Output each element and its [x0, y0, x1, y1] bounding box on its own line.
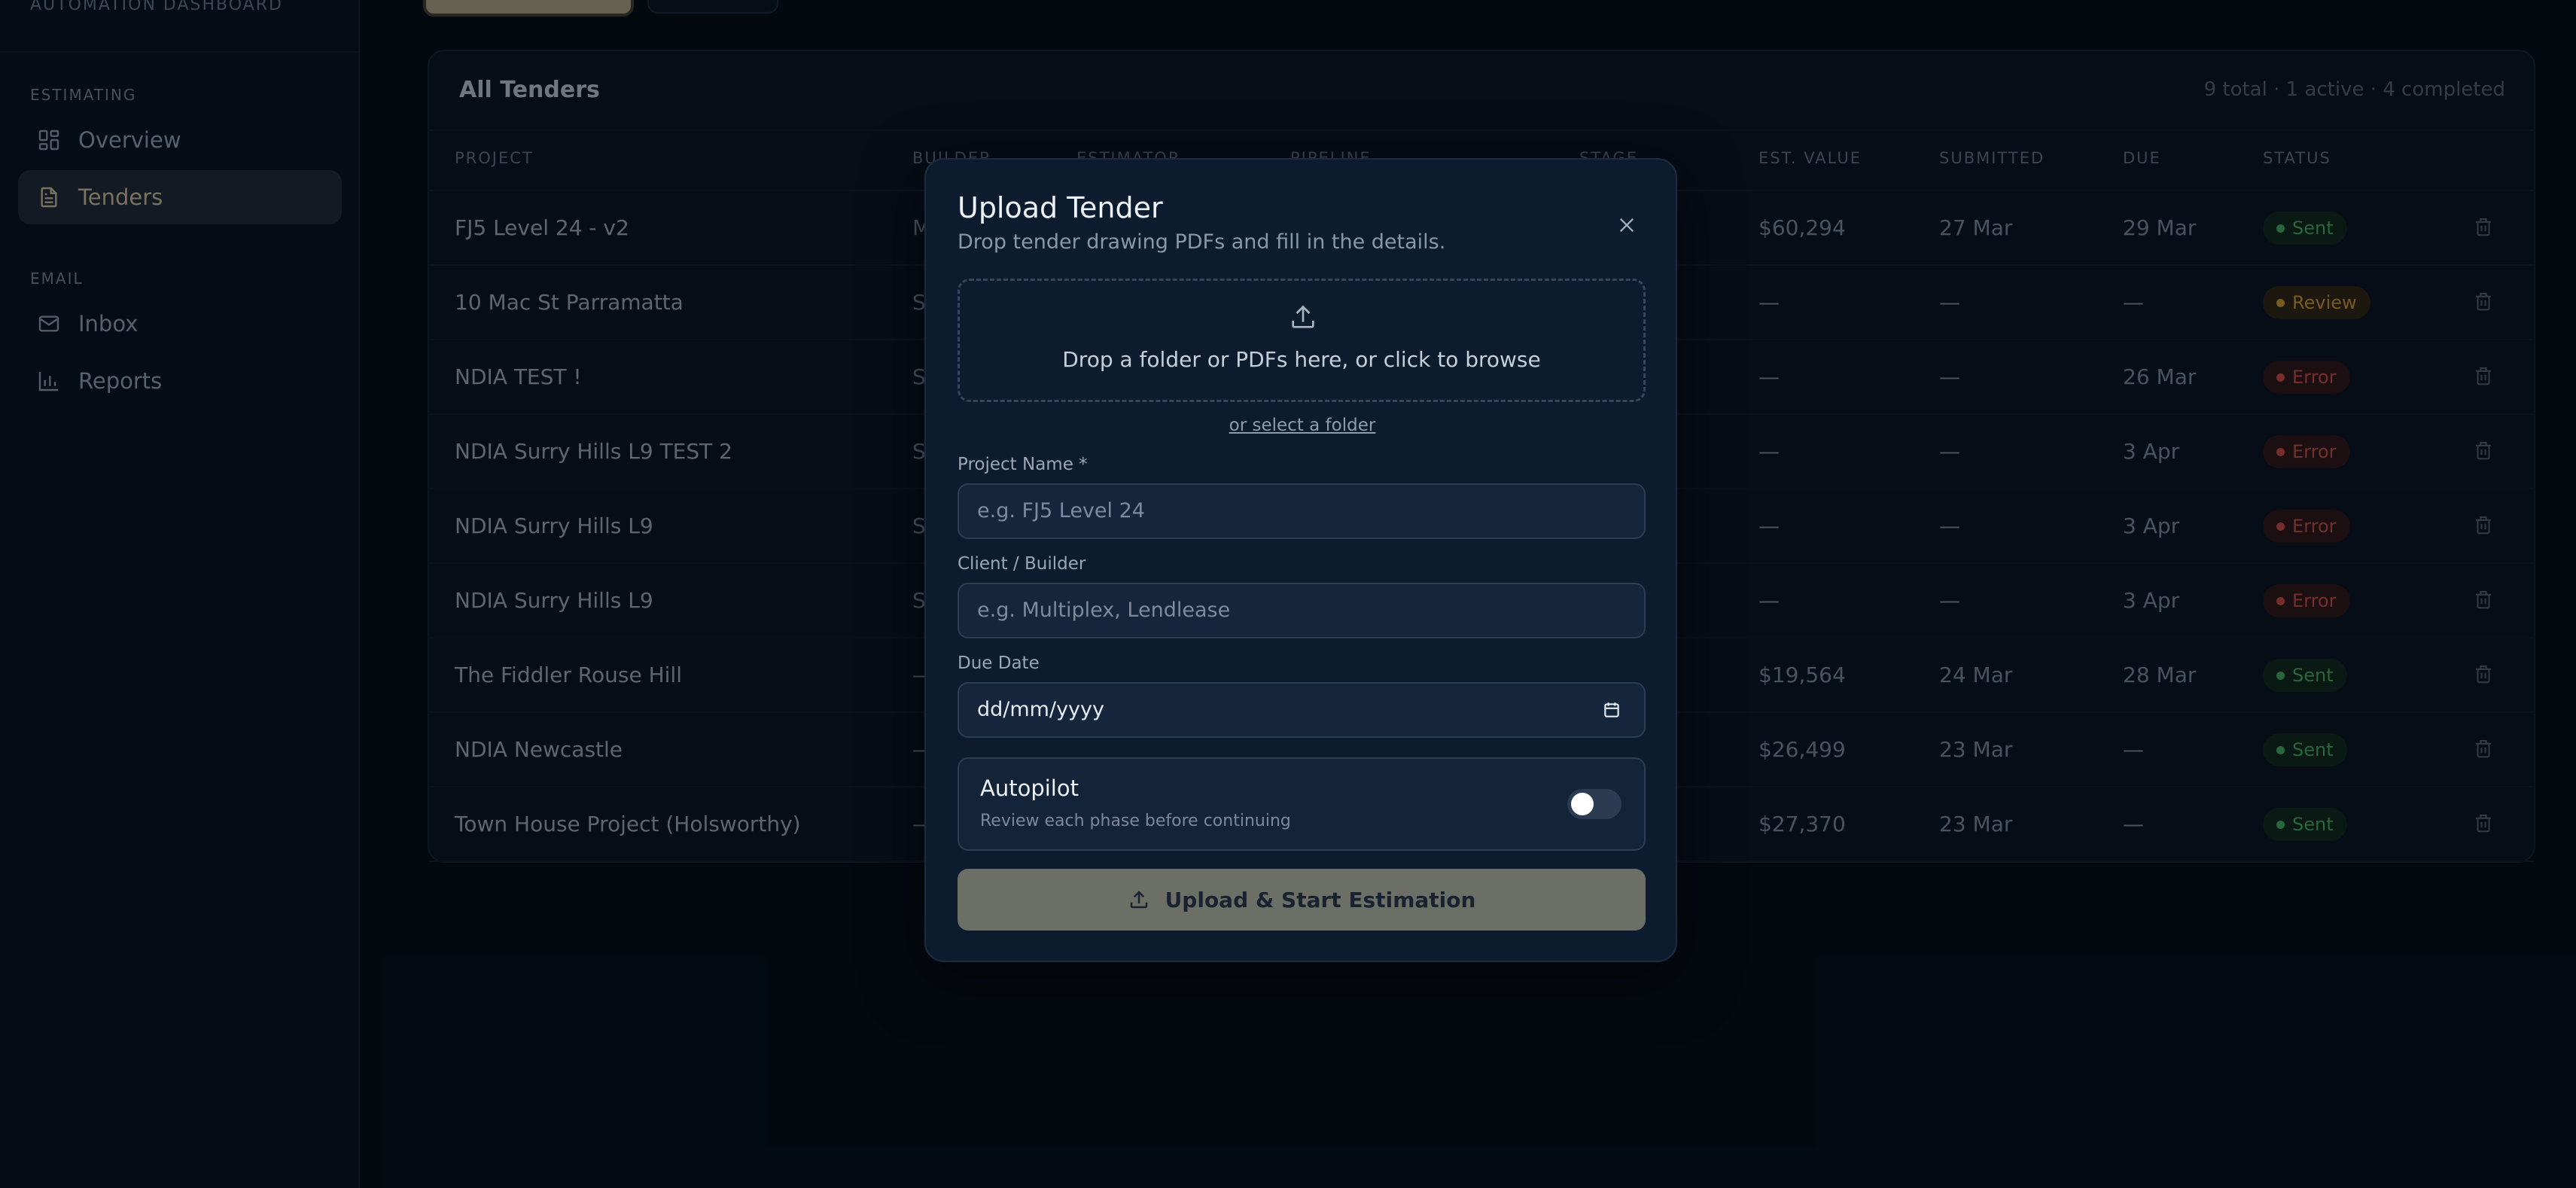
- upload-start-label: Upload & Start Estimation: [1165, 887, 1476, 912]
- project-name-label: Project Name *: [958, 455, 1088, 474]
- upload-tender-modal: Upload Tender Drop tender drawing PDFs a…: [924, 158, 1677, 962]
- close-icon: [1620, 218, 1634, 232]
- modal-subtitle: Drop tender drawing PDFs and fill in the…: [958, 230, 1446, 254]
- dropzone-text: Drop a folder or PDFs here, or click to …: [1062, 347, 1541, 372]
- autopilot-toggle[interactable]: [1567, 789, 1621, 819]
- autopilot-title: Autopilot: [980, 775, 1079, 801]
- autopilot-panel: Autopilot Review each phase before conti…: [958, 757, 1646, 851]
- project-name-input[interactable]: e.g. FJ5 Level 24: [958, 483, 1646, 539]
- due-date-input[interactable]: dd/mm/yyyy: [958, 682, 1646, 738]
- client-builder-input[interactable]: e.g. Multiplex, Lendlease: [958, 583, 1646, 638]
- due-date-label: Due Date: [958, 653, 1040, 673]
- due-date-value: dd/mm/yyyy: [977, 698, 1104, 721]
- upload-icon: [1292, 305, 1314, 328]
- client-builder-label: Client / Builder: [958, 554, 1086, 574]
- select-folder-link[interactable]: or select a folder: [926, 416, 1679, 435]
- autopilot-description: Review each phase before continuing: [980, 812, 1291, 830]
- toggle-knob: [1571, 793, 1594, 815]
- upload-start-button[interactable]: Upload & Start Estimation: [958, 869, 1646, 931]
- close-button[interactable]: [1614, 212, 1640, 238]
- file-dropzone[interactable]: Drop a folder or PDFs here, or click to …: [958, 279, 1646, 402]
- calendar-icon[interactable]: [1602, 700, 1621, 720]
- upload-icon: [1130, 891, 1147, 909]
- modal-title: Upload Tender: [958, 191, 1163, 224]
